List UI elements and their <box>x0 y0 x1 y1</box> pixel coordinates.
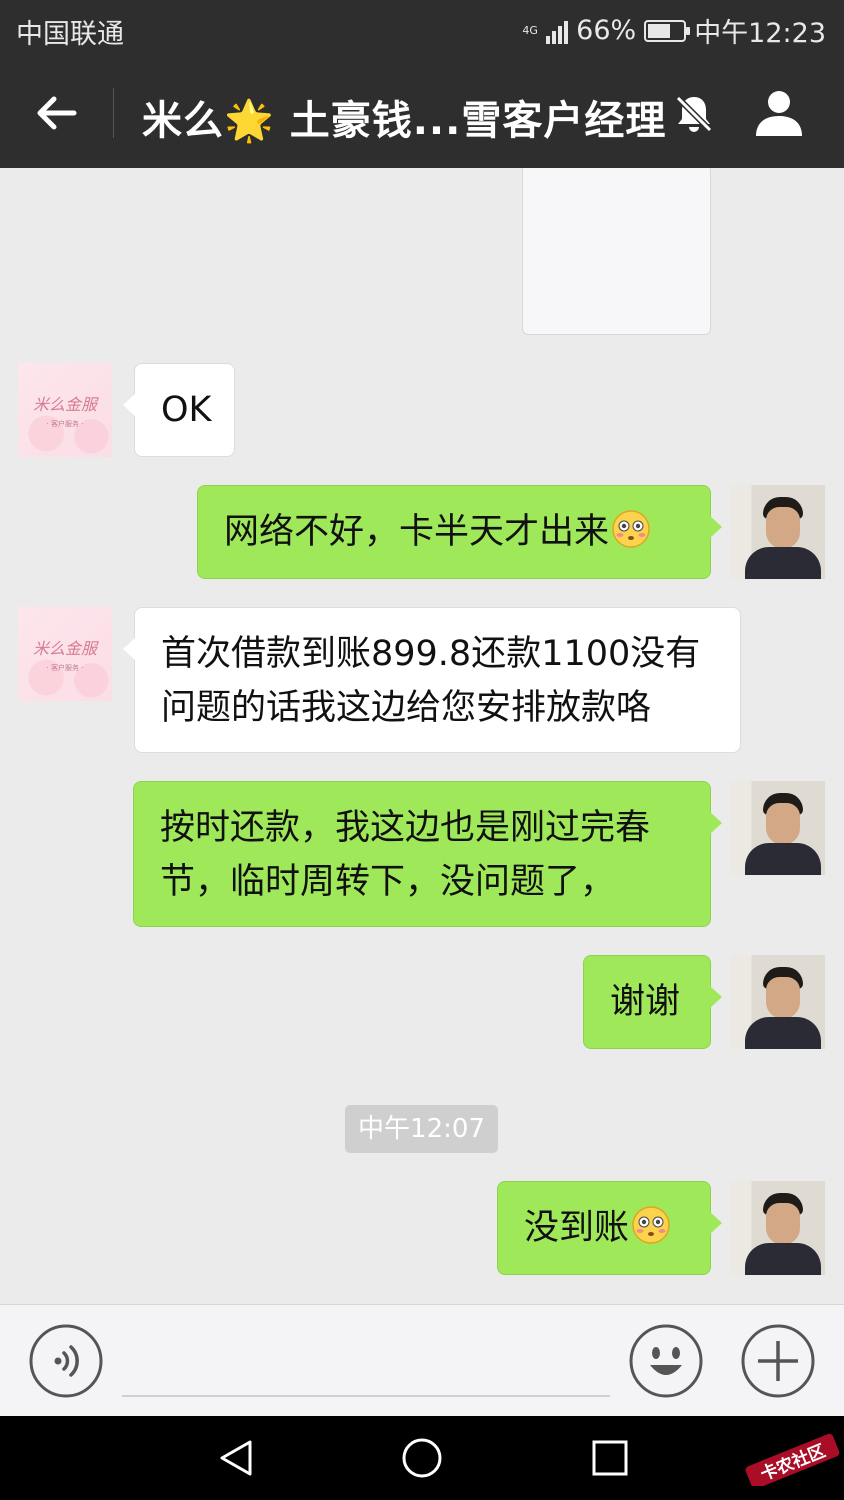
message-text: OK <box>161 390 212 430</box>
profile-icon[interactable] <box>752 86 806 140</box>
contact-avatar[interactable]: 米么金服 · 客户服务 · <box>18 363 112 457</box>
flushed-face-emoji-icon <box>632 1206 670 1244</box>
message-bubble-received[interactable]: 首次借款到账899.8还款1100没有 问题的话我这边给您安排放款咯 <box>123 607 741 753</box>
my-avatar[interactable] <box>731 485 825 579</box>
my-avatar[interactable] <box>731 955 825 1049</box>
header-divider <box>113 88 114 138</box>
nav-recent-icon[interactable] <box>588 1436 632 1480</box>
watermark-logo: 卡农社区 <box>745 1433 840 1486</box>
avatar-brand-text: 米么金服 <box>32 395 97 414</box>
chat-title[interactable]: 米么🌟 土豪钱...雪客户经理 <box>142 88 666 146</box>
status-right: 4G 66% 中午12:23 <box>522 11 826 50</box>
avatar-brand-text: 米么金服 <box>32 639 97 658</box>
input-bar <box>0 1304 844 1416</box>
nav-home-icon[interactable] <box>396 1432 448 1484</box>
avatar-brand-subtext: · 客户服务 · <box>46 664 84 672</box>
back-arrow-icon[interactable] <box>30 86 84 140</box>
chat-header: 米么🌟 土豪钱...雪客户经理 <box>0 56 844 168</box>
message-text-line: 问题的话我这边给您安排放款咯 <box>161 688 652 728</box>
voice-icon[interactable] <box>28 1323 104 1399</box>
avatar-brand-subtext: · 客户服务 · <box>46 420 84 428</box>
message-text: 谢谢 <box>610 982 681 1022</box>
plus-icon[interactable] <box>740 1323 816 1399</box>
message-bubble-sent[interactable]: 网络不好，卡半天才出来 <box>197 485 722 579</box>
status-bar: 中国联通 4G 66% 中午12:23 <box>0 0 844 56</box>
message-text-line: 节，临时周转下，没问题了， <box>160 862 616 902</box>
signal-icon <box>546 18 569 44</box>
my-avatar[interactable] <box>731 1181 825 1275</box>
message-bubble-received[interactable]: OK <box>123 363 235 457</box>
navigation-bar: 卡农社区 <box>0 1416 844 1500</box>
my-avatar[interactable] <box>731 781 825 875</box>
flushed-face-emoji-icon <box>612 510 650 548</box>
message-bubble-sent[interactable]: 按时还款，我这边也是刚过完春 节，临时周转下，没问题了， <box>133 781 722 927</box>
clock: 中午12:23 <box>694 18 826 49</box>
chat-messages[interactable]: 米么金服 · 客户服务 · OK 网络不好，卡半天才出来 米么金服 · 客户服务… <box>0 168 844 1304</box>
network-type-icon: 4G <box>522 24 538 37</box>
image-message-bubble[interactable] <box>522 168 711 335</box>
battery-level-fill <box>648 23 671 38</box>
message-text-line: 按时还款，我这边也是刚过完春 <box>160 808 651 848</box>
emoji-icon[interactable] <box>628 1323 704 1399</box>
message-text: 网络不好，卡半天才出来 <box>224 512 610 552</box>
mute-bell-icon <box>675 95 713 133</box>
carrier-name: 中国联通 <box>16 19 124 50</box>
message-text-line: 首次借款到账899.8还款1100没有 <box>161 634 701 674</box>
contact-avatar[interactable]: 米么金服 · 客户服务 · <box>18 607 112 701</box>
battery-percent: 66% <box>576 15 637 46</box>
nav-back-icon[interactable] <box>212 1434 260 1482</box>
battery-icon <box>644 19 691 42</box>
message-bubble-sent[interactable]: 谢谢 <box>583 955 722 1049</box>
message-text: 没到账 <box>524 1208 630 1248</box>
watermark-text: 卡农社区 <box>758 1440 829 1485</box>
message-bubble-sent[interactable]: 没到账 <box>497 1181 722 1275</box>
time-divider: 中午12:07 <box>345 1105 498 1153</box>
message-input[interactable] <box>122 1331 610 1397</box>
